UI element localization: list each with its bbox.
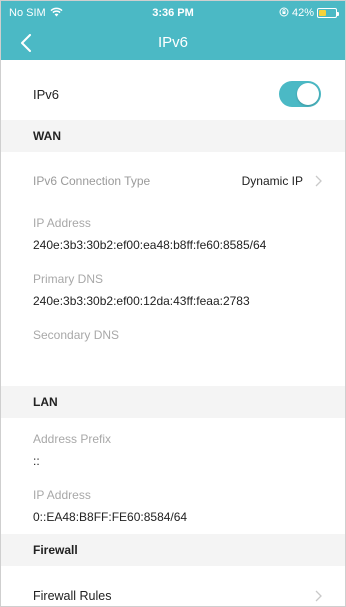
content: IPv6 WAN IPv6 Connection Type Dynamic IP…	[1, 68, 345, 606]
wan-ip-address-value: 240e:3b3:30b2:ef00:ea48:b8ff:fe60:8585/6…	[33, 238, 267, 252]
orientation-lock-icon	[279, 7, 289, 20]
wan-ip-address-label: IP Address	[33, 216, 91, 230]
chevron-right-icon	[315, 175, 323, 187]
firewall-rules-label: Firewall Rules	[33, 589, 112, 603]
app-frame: No SIM 3:36 PM 42% IPv6 IPv6 WAN IPv6 Co…	[0, 0, 346, 607]
secondary-dns-field: Secondary DNS	[1, 328, 345, 386]
ipv6-toggle-label: IPv6	[33, 86, 60, 102]
wan-ip-address-field: IP Address 240e:3b3:30b2:ef00:ea48:b8ff:…	[1, 216, 345, 252]
address-prefix-field: Address Prefix ::	[1, 432, 345, 468]
status-left: No SIM	[9, 7, 63, 20]
connection-type-label: IPv6 Connection Type	[33, 174, 151, 188]
ipv6-connection-type-row[interactable]: IPv6 Connection Type Dynamic IP	[1, 156, 345, 206]
chevron-right-icon	[315, 590, 323, 602]
address-prefix-label: Address Prefix	[33, 432, 112, 446]
lan-ip-address-field: IP Address 0::EA48:B8FF:FE60:8584/64	[1, 488, 345, 534]
back-button[interactable]	[13, 31, 39, 55]
battery-fill	[319, 10, 326, 16]
nav-bar: IPv6	[1, 25, 345, 60]
primary-dns-label: Primary DNS	[33, 272, 104, 286]
status-right: 42%	[279, 7, 339, 20]
primary-dns-field: Primary DNS 240e:3b3:30b2:ef00:12da:43ff…	[1, 272, 345, 308]
connection-type-value: Dynamic IP	[241, 174, 303, 188]
chevron-left-icon	[21, 34, 31, 52]
page-title: IPv6	[157, 34, 188, 51]
secondary-dns-label: Secondary DNS	[33, 328, 120, 342]
address-prefix-value: ::	[33, 454, 40, 468]
connection-type-value-wrap: Dynamic IP	[242, 174, 323, 188]
carrier-label: No SIM	[9, 7, 46, 19]
ipv6-toggle[interactable]	[279, 81, 321, 107]
wifi-icon	[50, 7, 63, 20]
header: No SIM 3:36 PM 42% IPv6	[1, 1, 345, 60]
primary-dns-value: 240e:3b3:30b2:ef00:12da:43ff:feaa:2783	[33, 294, 250, 308]
section-header-firewall: Firewall	[1, 534, 345, 566]
toggle-knob	[297, 83, 319, 105]
status-bar: No SIM 3:36 PM 42%	[1, 1, 345, 25]
lan-ip-address-label: IP Address	[33, 488, 91, 502]
battery-percent: 42%	[291, 7, 314, 19]
lan-ip-address-value: 0::EA48:B8FF:FE60:8584/64	[33, 510, 188, 524]
ipv6-toggle-row: IPv6	[1, 68, 345, 120]
section-header-wan: WAN	[1, 120, 345, 152]
firewall-rules-row[interactable]: Firewall Rules	[1, 566, 345, 606]
section-header-lan: LAN	[1, 386, 345, 418]
battery-icon	[317, 8, 339, 18]
